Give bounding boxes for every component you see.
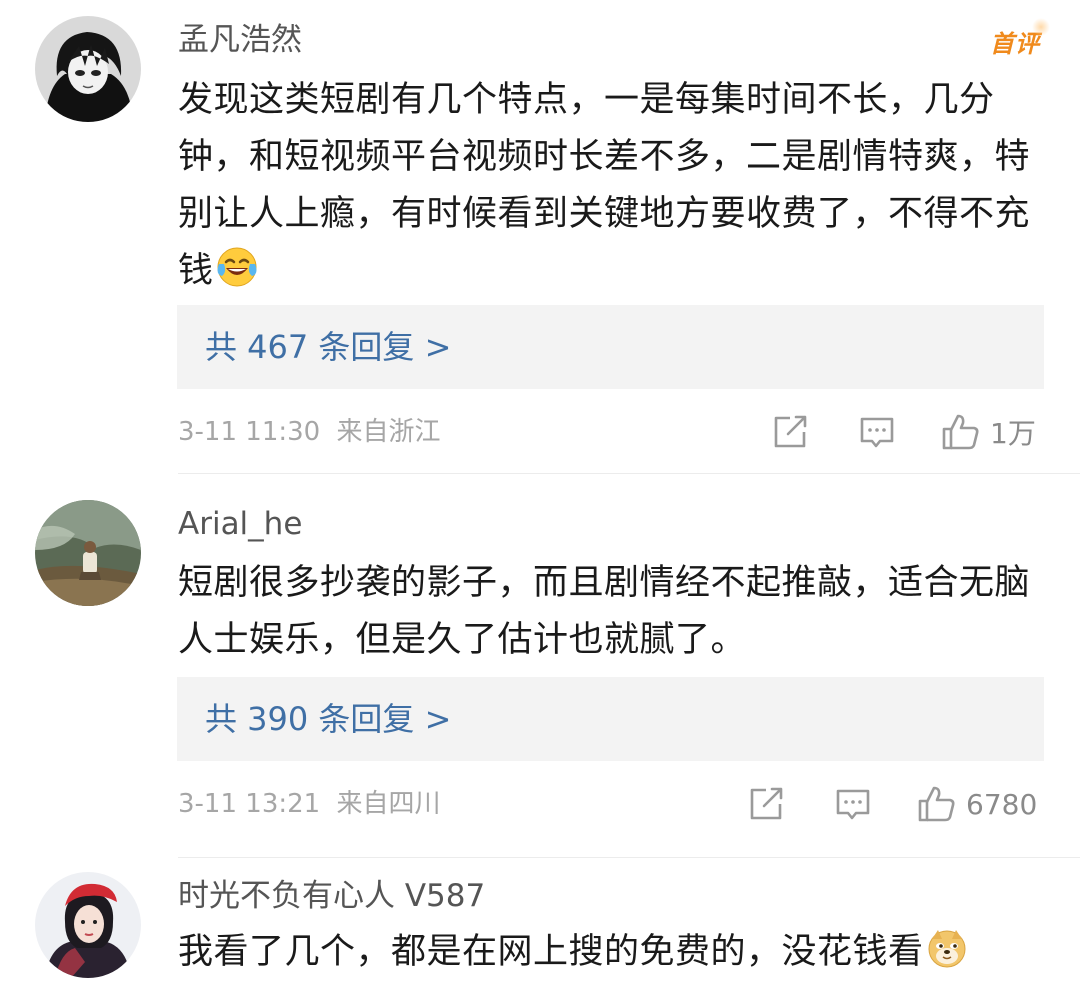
- share-icon: [750, 787, 783, 820]
- comment-item: 时光不负有心人 V587 我看了几个，都是在网上搜的免费的，没花钱看: [0, 858, 1080, 991]
- comment-time: 3-11 11:30: [178, 417, 321, 447]
- comment-button[interactable]: [834, 784, 872, 824]
- comment-username[interactable]: 时光不负有心人 V587: [178, 878, 485, 914]
- like-button[interactable]: 1万: [940, 412, 1036, 452]
- comment-location: 来自浙江: [336, 417, 441, 447]
- comment-meta: 3-11 11:30 来自浙江: [178, 412, 440, 452]
- replies-box[interactable]: 共 390 条回复 >: [177, 677, 1044, 761]
- comment-icon: [860, 417, 894, 448]
- view-replies-link[interactable]: 共 390 条回复 >: [205, 677, 451, 761]
- comment-username[interactable]: 孟凡浩然: [178, 22, 302, 58]
- like-count: 1万: [990, 417, 1036, 450]
- comment-button[interactable]: [858, 412, 896, 452]
- share-button[interactable]: [772, 412, 810, 452]
- laugh-cry-emoji-icon: [216, 246, 258, 288]
- share-icon: [774, 415, 807, 448]
- comment-text: 发现这类短剧有几个特点，一是每集时间不长，几分钟，和短视频平台视频时长差不多，二…: [178, 72, 1038, 300]
- comment-item: 孟凡浩然 首评 发现这类短剧有几个特点，一是每集时间不长，几分钟，和短视频平台视…: [0, 0, 1080, 474]
- comment-location: 来自四川: [336, 789, 441, 819]
- like-button[interactable]: 6780: [916, 784, 1037, 824]
- share-button[interactable]: [748, 784, 786, 824]
- comment-text-body: 发现这类短剧有几个特点，一是每集时间不长，几分钟，和短视频平台视频时长差不多，二…: [178, 80, 1031, 291]
- thumbs-up-icon: [918, 786, 955, 822]
- comment-time: 3-11 13:21: [178, 789, 321, 819]
- comment-item: Arial_he 短剧很多抄袭的影子，而且剧情经不起推敲，适合无脑人士娱乐，但是…: [0, 474, 1080, 858]
- first-comment-badge: 首评: [990, 18, 1050, 59]
- doge-emoji-icon: [926, 927, 968, 969]
- avatar[interactable]: [35, 16, 141, 122]
- like-count: 6780: [966, 787, 1038, 821]
- comment-text: 我看了几个，都是在网上搜的免费的，没花钱看: [178, 924, 1038, 981]
- comment-text: 短剧很多抄袭的影子，而且剧情经不起推敲，适合无脑人士娱乐，但是久了估计也就腻了。: [178, 555, 1038, 669]
- comment-icon: [836, 789, 870, 820]
- comment-text-body: 短剧很多抄袭的影子，而且剧情经不起推敲，适合无脑人士娱乐，但是久了估计也就腻了。: [178, 563, 1031, 660]
- comment-username[interactable]: Arial_he: [178, 506, 302, 542]
- thumbs-up-icon: [942, 414, 979, 450]
- comment-text-body: 我看了几个，都是在网上搜的免费的，没花钱看: [178, 932, 924, 972]
- avatar[interactable]: [35, 872, 141, 978]
- replies-box[interactable]: 共 467 条回复 >: [177, 305, 1044, 389]
- avatar[interactable]: [35, 500, 141, 606]
- view-replies-link[interactable]: 共 467 条回复 >: [205, 305, 451, 389]
- comment-meta: 3-11 13:21 来自四川: [178, 784, 440, 824]
